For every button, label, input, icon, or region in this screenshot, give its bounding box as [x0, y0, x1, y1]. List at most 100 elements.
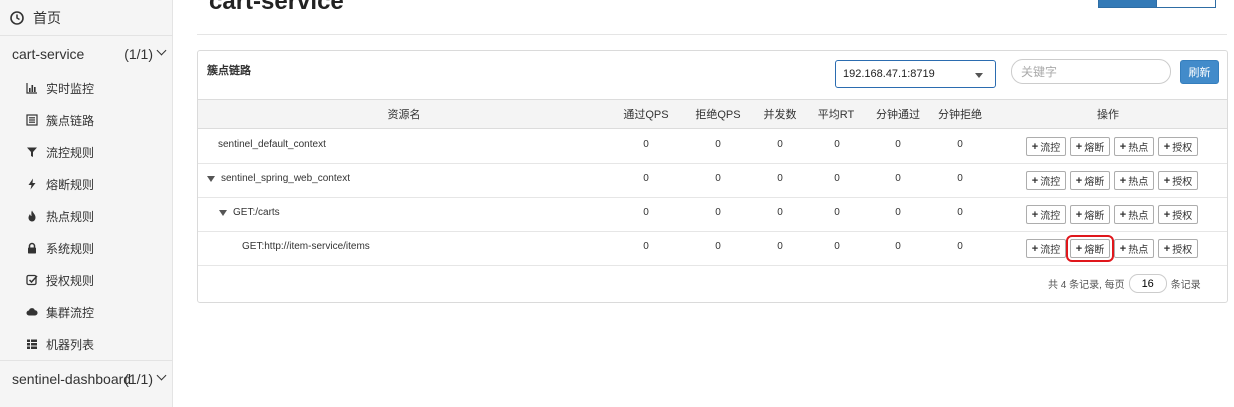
button-label: 熔断 — [1084, 211, 1105, 222]
minute-pass: 0 — [895, 139, 901, 150]
resource-name: GET:http://item-service/items — [242, 241, 370, 252]
plus-icon: + — [1119, 242, 1127, 255]
caret-down-icon[interactable] — [219, 209, 227, 216]
add-degrade-rule-button[interactable]: + 熔断 — [1070, 205, 1110, 224]
machine-select[interactable]: 192.168.47.1:8719 — [835, 60, 996, 88]
sidebar-item-flow-rules[interactable]: 流控规则 — [0, 136, 173, 168]
sidebar-app-cart-service[interactable]: cart-service (1/1) — [0, 36, 173, 72]
row-actions: + 流控 + 熔断 + 热点 + 授权 — [1026, 137, 1198, 156]
concurrency: 0 — [777, 207, 783, 218]
add-authority-rule-button[interactable]: + 授权 — [1158, 239, 1198, 258]
filter-icon — [26, 146, 38, 158]
divider — [197, 34, 1227, 35]
sidebar-item-system-rules[interactable]: 系统规则 — [0, 232, 173, 264]
flash-icon — [26, 178, 38, 190]
row-actions: + 流控 + 熔断 + 热点 + 授权 — [1026, 205, 1198, 224]
sidebar-item-label: 熔断规则 — [46, 177, 95, 192]
sidebar-item-cluster-link[interactable]: 簇点链路 — [0, 104, 173, 136]
sidebar-app-sentinel-dashboard[interactable]: sentinel-dashboard (1/1) — [0, 360, 173, 396]
col-concurrency: 并发数 — [763, 109, 797, 121]
tree-view-button[interactable] — [1098, 0, 1157, 8]
add-authority-rule-button[interactable]: + 授权 — [1158, 137, 1198, 156]
sidebar-item-label: 热点规则 — [46, 209, 95, 224]
minute-block: 0 — [957, 207, 963, 218]
bar-chart-icon — [26, 82, 38, 94]
table-row: GET:/carts 0 0 0 0 0 0 + 流控 + 熔断 + 热点 + 授权 — [198, 198, 1227, 232]
avg-rt: 0 — [834, 173, 840, 184]
sidebar-item-home[interactable]: 首页 — [0, 0, 173, 36]
cloud-icon — [26, 306, 38, 318]
add-hotspot-rule-button[interactable]: + 热点 — [1114, 239, 1154, 258]
add-flow-rule-button[interactable]: + 流控 — [1026, 205, 1066, 224]
search-input[interactable] — [1011, 59, 1171, 84]
sidebar-item-degrade-rules[interactable]: 熔断规则 — [0, 168, 173, 200]
avg-rt: 0 — [834, 241, 840, 252]
resource-name-text: GET:/carts — [233, 207, 280, 218]
avg-rt: 0 — [834, 207, 840, 218]
col-actions: 操作 — [1097, 109, 1119, 121]
button-label: 熔断 — [1084, 143, 1105, 154]
sidebar-item-cluster-flow[interactable]: 集群流控 — [0, 296, 173, 328]
button-label: 流控 — [1040, 211, 1061, 222]
page-size-input[interactable] — [1128, 274, 1167, 293]
add-authority-rule-button[interactable]: + 授权 — [1158, 205, 1198, 224]
resource-name-text: sentinel_default_context — [218, 139, 326, 150]
row-actions: + 流控 + 熔断 + 热点 + 授权 — [1026, 235, 1198, 262]
app-name: sentinel-dashboard — [12, 370, 132, 387]
add-hotspot-rule-button[interactable]: + 热点 — [1114, 137, 1154, 156]
minute-block: 0 — [957, 241, 963, 252]
add-authority-rule-button[interactable]: + 授权 — [1158, 171, 1198, 190]
sidebar-item-realtime-monitor[interactable]: 实时监控 — [0, 72, 173, 104]
plus-icon: + — [1119, 208, 1127, 221]
plus-icon: + — [1031, 208, 1039, 221]
caret-down-icon[interactable] — [207, 175, 215, 182]
plus-icon: + — [1119, 174, 1127, 187]
add-degrade-rule-button[interactable]: + 熔断 — [1070, 171, 1110, 190]
check-square-icon — [26, 274, 38, 286]
list-icon — [26, 114, 38, 126]
add-degrade-rule-button[interactable]: + 熔断 — [1066, 235, 1114, 262]
button-label: 熔断 — [1084, 245, 1105, 256]
button-label: 流控 — [1040, 177, 1061, 188]
plus-icon: + — [1075, 174, 1083, 187]
add-hotspot-rule-button[interactable]: + 热点 — [1114, 171, 1154, 190]
pass-qps: 0 — [643, 139, 649, 150]
col-resource: 资源名 — [387, 109, 421, 121]
plus-icon: + — [1163, 208, 1171, 221]
add-flow-rule-button[interactable]: + 流控 — [1026, 137, 1066, 156]
table-row: sentinel_spring_web_context 0 0 0 0 0 0 … — [198, 164, 1227, 198]
minute-pass: 0 — [895, 173, 901, 184]
sidebar-item-hotspot-rules[interactable]: 热点规则 — [0, 200, 173, 232]
sidebar-item-label: 机器列表 — [46, 337, 95, 352]
pagination: 共 4 条记录, 每页 条记录 — [1048, 274, 1201, 293]
sidebar-item-label: 流控规则 — [46, 145, 95, 160]
sidebar-item-authority-rules[interactable]: 授权规则 — [0, 264, 173, 296]
resource-name: sentinel_default_context — [218, 139, 326, 150]
dashboard-icon — [10, 10, 24, 25]
button-label: 热点 — [1128, 177, 1149, 188]
sidebar-item-label: 簇点链路 — [46, 113, 95, 128]
plus-icon: + — [1031, 174, 1039, 187]
add-flow-rule-button[interactable]: + 流控 — [1026, 171, 1066, 190]
sidebar: 首页 cart-service (1/1) 实时监控 簇点链路 流控规则 熔断规… — [0, 0, 173, 407]
add-flow-rule-button[interactable]: + 流控 — [1026, 239, 1066, 258]
plus-icon: + — [1119, 140, 1127, 153]
app-name: cart-service — [12, 46, 85, 62]
avg-rt: 0 — [834, 139, 840, 150]
button-label: 熔断 — [1084, 177, 1105, 188]
add-degrade-rule-button[interactable]: + 熔断 — [1070, 137, 1110, 156]
app-count: (1/1) — [124, 370, 153, 387]
sidebar-item-machine-list[interactable]: 机器列表 — [0, 328, 173, 360]
add-hotspot-rule-button[interactable]: + 热点 — [1114, 205, 1154, 224]
button-label: 流控 — [1040, 143, 1061, 154]
block-qps: 0 — [715, 139, 721, 150]
resource-name[interactable]: GET:/carts — [219, 207, 280, 218]
col-minute-block: 分钟拒绝 — [938, 109, 982, 121]
concurrency: 0 — [777, 241, 783, 252]
button-label: 热点 — [1128, 245, 1149, 256]
refresh-button[interactable]: 刷新 — [1180, 60, 1219, 84]
chevron-down-icon — [156, 370, 167, 381]
col-minute-pass: 分钟通过 — [876, 109, 920, 121]
list-view-button[interactable] — [1157, 0, 1216, 8]
resource-name[interactable]: sentinel_spring_web_context — [207, 173, 350, 184]
